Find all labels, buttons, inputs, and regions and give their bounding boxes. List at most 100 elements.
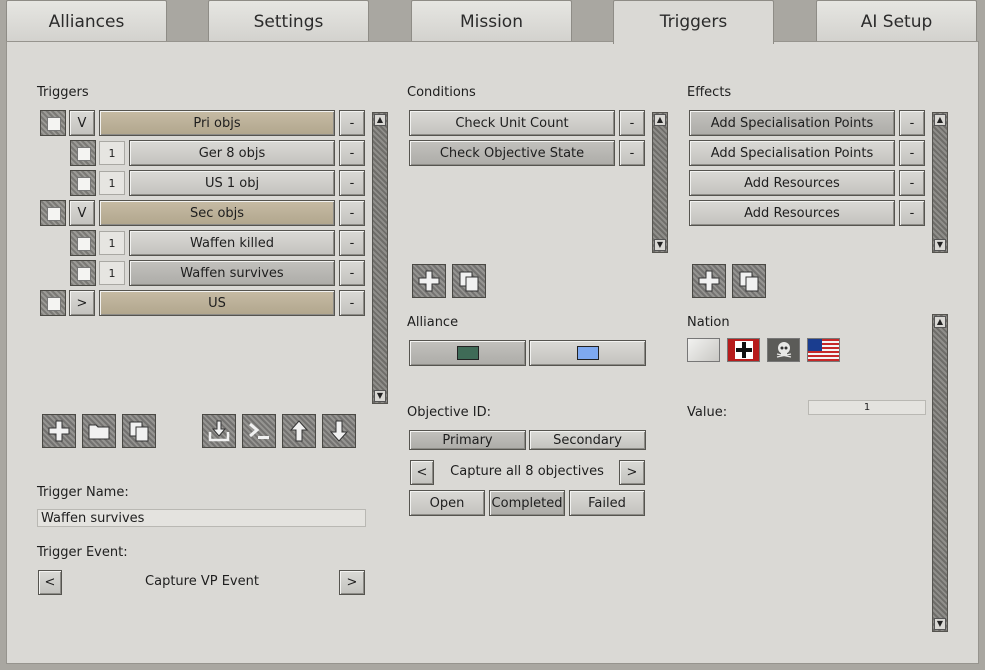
trigger-item-selected[interactable]: Waffen survives xyxy=(129,260,335,286)
trigger-count: 1 xyxy=(99,261,125,285)
effect-item-selected[interactable]: Add Specialisation Points xyxy=(689,110,895,136)
triggers-panel: Triggers V Pri objs - 1 Ger 8 objs - 1 U… xyxy=(6,41,979,664)
condition-item[interactable]: Check Unit Count xyxy=(409,110,615,136)
state-failed-button[interactable]: Failed xyxy=(569,490,645,516)
objective-value: Capture all 8 objectives xyxy=(450,464,604,479)
effects-scrollbar[interactable]: ▲ ▼ xyxy=(932,112,948,253)
condition-item-selected[interactable]: Check Objective State xyxy=(409,140,615,166)
tab-mission[interactable]: Mission xyxy=(411,0,572,41)
trigger-group[interactable]: US xyxy=(99,290,335,316)
state-completed-button[interactable]: Completed xyxy=(489,490,565,516)
trigger-group[interactable]: Pri objs xyxy=(99,110,335,136)
state-open-button[interactable]: Open xyxy=(409,490,485,516)
trigger-checkbox[interactable] xyxy=(40,110,66,136)
remove-condition-button[interactable]: - xyxy=(619,140,645,166)
remove-effect-button[interactable]: - xyxy=(899,140,925,166)
remove-trigger-button[interactable]: - xyxy=(339,290,365,316)
primary-toggle[interactable]: Primary xyxy=(409,430,526,450)
trigger-item[interactable]: US 1 obj xyxy=(129,170,335,196)
expand-toggle[interactable]: V xyxy=(69,200,95,226)
remove-trigger-button[interactable]: - xyxy=(339,170,365,196)
skull-icon xyxy=(776,342,791,358)
blank-flag-icon[interactable] xyxy=(687,338,720,362)
trigger-checkbox[interactable] xyxy=(40,290,66,316)
trigger-item[interactable]: Ger 8 objs xyxy=(129,140,335,166)
scroll-up-icon[interactable]: ▲ xyxy=(374,114,386,126)
script-trigger-button[interactable] xyxy=(242,414,276,448)
trigger-checkbox[interactable] xyxy=(40,200,66,226)
scroll-down-icon[interactable]: ▼ xyxy=(654,239,666,251)
objective-prev-button[interactable]: < xyxy=(410,460,434,485)
event-prev-button[interactable]: < xyxy=(38,570,62,595)
add-folder-button[interactable] xyxy=(82,414,116,448)
us-flag-icon[interactable] xyxy=(807,338,840,362)
remove-condition-button[interactable]: - xyxy=(619,110,645,136)
remove-trigger-button[interactable]: - xyxy=(339,230,365,256)
plus-icon xyxy=(698,270,720,292)
secondary-toggle[interactable]: Secondary xyxy=(529,430,646,450)
copy-icon xyxy=(129,421,149,442)
scroll-up-icon[interactable]: ▲ xyxy=(654,114,666,126)
conditions-scrollbar[interactable]: ▲ ▼ xyxy=(652,112,668,253)
copy-icon xyxy=(459,271,479,292)
tab-triggers[interactable]: Triggers xyxy=(613,0,774,44)
move-down-button[interactable] xyxy=(322,414,356,448)
scroll-down-icon[interactable]: ▼ xyxy=(374,390,386,402)
copy-condition-button[interactable] xyxy=(452,264,486,298)
alliance-option-blue[interactable] xyxy=(529,340,646,366)
objective-next-button[interactable]: > xyxy=(619,460,645,485)
skull-flag-icon[interactable] xyxy=(767,338,800,362)
effect-params-scrollbar[interactable]: ▲ ▼ xyxy=(932,314,948,632)
trigger-item[interactable]: Waffen killed xyxy=(129,230,335,256)
trigger-checkbox[interactable] xyxy=(70,170,96,196)
add-effect-button[interactable] xyxy=(692,264,726,298)
add-condition-button[interactable] xyxy=(412,264,446,298)
conditions-heading: Conditions xyxy=(407,85,476,100)
add-trigger-button[interactable] xyxy=(42,414,76,448)
trigger-name-label: Trigger Name: xyxy=(37,485,129,500)
effect-item[interactable]: Add Resources xyxy=(689,170,895,196)
tab-alliances[interactable]: Alliances xyxy=(6,0,167,41)
remove-trigger-button[interactable]: - xyxy=(339,140,365,166)
arrow-up-icon xyxy=(289,420,309,442)
trigger-checkbox[interactable] xyxy=(70,260,96,286)
alliance-option-green[interactable] xyxy=(409,340,526,366)
move-up-button[interactable] xyxy=(282,414,316,448)
scroll-up-icon[interactable]: ▲ xyxy=(934,316,946,328)
value-input[interactable]: 1 xyxy=(808,400,926,415)
trigger-checkbox[interactable] xyxy=(70,230,96,256)
remove-trigger-button[interactable]: - xyxy=(339,110,365,136)
remove-trigger-button[interactable]: - xyxy=(339,260,365,286)
remove-effect-button[interactable]: - xyxy=(899,110,925,136)
copy-effect-button[interactable] xyxy=(732,264,766,298)
trigger-name-input[interactable]: Waffen survives xyxy=(37,509,366,527)
scroll-up-icon[interactable]: ▲ xyxy=(934,114,946,126)
triggers-scrollbar[interactable]: ▲ ▼ xyxy=(372,112,388,404)
effect-item[interactable]: Add Specialisation Points xyxy=(689,140,895,166)
triggers-heading: Triggers xyxy=(37,85,89,100)
copy-trigger-button[interactable] xyxy=(122,414,156,448)
remove-effect-button[interactable]: - xyxy=(899,200,925,226)
remove-trigger-button[interactable]: - xyxy=(339,200,365,226)
tab-settings[interactable]: Settings xyxy=(208,0,369,41)
alliance-swatch xyxy=(456,346,479,360)
plus-icon xyxy=(418,270,440,292)
scroll-down-icon[interactable]: ▼ xyxy=(934,618,946,630)
remove-effect-button[interactable]: - xyxy=(899,170,925,196)
event-next-button[interactable]: > xyxy=(339,570,365,595)
import-trigger-button[interactable] xyxy=(202,414,236,448)
us-flag-canton xyxy=(808,339,822,351)
expand-toggle[interactable]: V xyxy=(69,110,95,136)
effects-heading: Effects xyxy=(687,85,732,100)
scroll-down-icon[interactable]: ▼ xyxy=(934,239,946,251)
expand-toggle[interactable]: > xyxy=(69,290,95,316)
arrow-down-icon xyxy=(329,420,349,442)
tab-ai-setup[interactable]: AI Setup xyxy=(816,0,977,41)
effect-item[interactable]: Add Resources xyxy=(689,200,895,226)
german-cross-flag-icon[interactable] xyxy=(727,338,760,362)
trigger-checkbox[interactable] xyxy=(70,140,96,166)
trigger-group[interactable]: Sec objs xyxy=(99,200,335,226)
trigger-event-label: Trigger Event: xyxy=(37,545,128,560)
terminal-icon xyxy=(249,422,269,439)
copy-icon xyxy=(739,271,759,292)
